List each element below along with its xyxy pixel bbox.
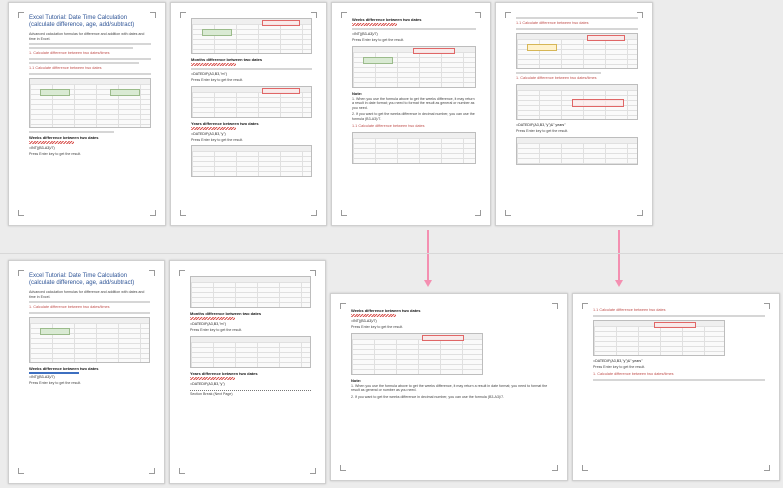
press-enter-text: Press Enter key to get the result. <box>29 381 82 386</box>
formula-months: =DATEDIF(A3,B3,"m") <box>191 72 227 76</box>
crop-mark <box>150 210 156 216</box>
press-enter-text: Press Enter key to get the result. <box>351 325 404 329</box>
toc-link[interactable]: 1. Calculate difference between two date… <box>29 51 151 56</box>
section-link[interactable]: 1.1 Calculate difference between two dat… <box>593 308 765 313</box>
datedif-caption: =DATEDIF(A3,B3,"y")&" years" <box>516 123 566 127</box>
squiggle-underline <box>29 141 74 145</box>
document-title: Excel Tutorial: Date Time Calculation (c… <box>29 273 135 286</box>
section-heading-weeks: Weeks difference between two dates <box>29 135 99 141</box>
arrow-down-icon <box>424 280 432 287</box>
page-2-result[interactable]: Months difference between two dates =DAT… <box>169 260 326 484</box>
formula-months: =DATEDIF(A3,B3,"m") <box>190 322 226 326</box>
section-heading-years: Years difference between two dates <box>190 370 258 376</box>
datedif-caption: =DATEDIF(A3,B3,"y")&" years" <box>593 359 643 363</box>
blue-underline <box>29 372 79 375</box>
note-label: Note: <box>352 90 363 96</box>
spreadsheet-image <box>191 145 312 178</box>
spreadsheet-image <box>190 276 311 308</box>
intro-text: Advanced calculation formulas for differ… <box>29 32 145 41</box>
crop-mark <box>18 210 24 216</box>
page-3-result[interactable]: Weeks difference between two dates =INT(… <box>330 293 568 481</box>
spreadsheet-image <box>352 45 476 88</box>
press-enter-text: Press Enter key to get the result. <box>191 78 244 82</box>
press-enter-text: Press Enter key to get the result. <box>352 38 405 42</box>
page-4-original[interactable]: 1.1 Calculate difference between two dat… <box>495 2 653 226</box>
spreadsheet-image <box>351 332 483 375</box>
page-1-result[interactable]: Excel Tutorial: Date Time Calculation (c… <box>8 260 165 484</box>
page-1-original[interactable]: Excel Tutorial: Date Time Calculation (c… <box>8 2 166 226</box>
spreadsheet-image <box>352 131 476 164</box>
page-3-original[interactable]: Weeks difference between two dates =INT(… <box>331 2 491 226</box>
spreadsheet-image <box>593 320 725 356</box>
formula-weeks: =INT((B3-A3)/7) <box>29 146 55 151</box>
toc-link[interactable]: 1. Calculate difference between two date… <box>593 372 765 377</box>
spreadsheet-image <box>516 84 638 120</box>
spreadsheet-image <box>191 85 312 118</box>
section-link[interactable]: 1.1 Calculate difference between two dat… <box>516 21 638 26</box>
press-enter-text: Press Enter key to get the result. <box>191 137 244 142</box>
press-enter-text: Press Enter key to get the result. <box>516 129 569 133</box>
section-divider <box>0 253 783 254</box>
note-1: 1. When you use the formula above to get… <box>351 383 548 393</box>
section-link[interactable]: 1.1 Calculate difference between two dat… <box>29 66 151 71</box>
note-1: 1. When you use the formula above to get… <box>352 96 475 110</box>
crop-mark <box>18 12 24 18</box>
arrow-down-icon <box>615 280 623 287</box>
press-enter-text: Press Enter key to get the result. <box>29 152 82 157</box>
page-4-result[interactable]: 1.1 Calculate difference between two dat… <box>572 293 780 481</box>
press-enter-text: Press Enter key to get the result. <box>593 365 646 369</box>
section-heading-months: Months difference between two dates <box>191 57 263 62</box>
arrow-connector <box>618 230 620 280</box>
section-heading-years: Years difference between two dates <box>191 120 259 126</box>
note-2: 2. If you want to get the weeks differen… <box>352 112 475 121</box>
note-label: Note: <box>351 377 362 383</box>
spreadsheet-image <box>191 18 312 54</box>
toc-link[interactable]: 1. Calculate difference between two date… <box>29 305 150 310</box>
press-enter-text: Press Enter key to get the result. <box>190 328 243 332</box>
section-heading-weeks: Weeks difference between two dates <box>29 366 99 372</box>
section-heading-weeks: Weeks difference between two dates <box>352 17 422 22</box>
section-link[interactable]: 1.1 Calculate difference between two dat… <box>352 124 476 129</box>
spreadsheet-image <box>516 33 638 69</box>
note-2: 2. If you want to get the weeks differen… <box>351 394 505 399</box>
spreadsheet-image <box>516 136 638 165</box>
spreadsheet-image <box>29 317 150 364</box>
page-2-original[interactable]: Months difference between two dates =DAT… <box>170 2 327 226</box>
formula-years: =DATEDIF(A3,B3,"y") <box>191 131 226 136</box>
document-title: Excel Tutorial: Date Time Calculation (c… <box>29 15 135 28</box>
toc-link[interactable]: 1. Calculate difference between two date… <box>516 76 638 81</box>
section-heading-weeks: Weeks difference between two dates <box>351 308 421 313</box>
formula-weeks: =INT((B3-A3)/7) <box>29 375 55 380</box>
spreadsheet-image <box>29 78 151 129</box>
section-break-marker: Section Break (Next Page) <box>190 389 311 397</box>
formula-weeks: =INT((B3-A3)/7) <box>352 32 378 36</box>
formula-years: =DATEDIF(A3,B3,"y") <box>190 381 225 386</box>
formula-weeks: =INT((B3-A3)/7) <box>351 319 377 323</box>
section-heading-months: Months difference between two dates <box>190 311 262 316</box>
intro-text: Advanced calculation formulas for differ… <box>29 290 145 299</box>
spreadsheet-image <box>190 335 311 368</box>
arrow-connector <box>427 230 429 280</box>
